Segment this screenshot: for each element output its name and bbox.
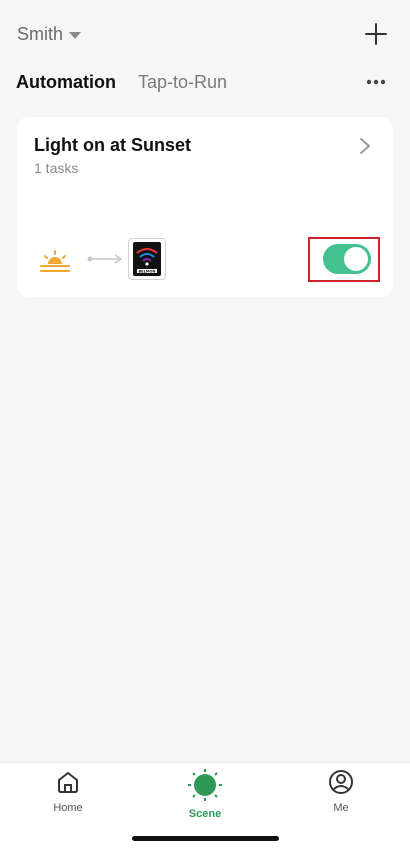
sun-icon <box>188 769 222 801</box>
home-name: Smith <box>17 24 64 44</box>
add-icon[interactable] <box>364 22 388 46</box>
wifi-device-icon: BELMON <box>128 238 166 280</box>
profile-icon <box>329 770 353 794</box>
tab-automation[interactable]: Automation <box>16 72 116 93</box>
nav-me[interactable]: Me <box>306 769 376 814</box>
nav-scene-label: Scene <box>188 808 222 820</box>
home-indicator <box>132 836 279 841</box>
automation-title: Light on at Sunset <box>34 135 191 155</box>
automation-toggle[interactable] <box>323 244 371 274</box>
tab-bar: Automation Tap-to-Run <box>16 72 249 93</box>
caret-down-icon <box>69 32 82 39</box>
nav-home[interactable]: Home <box>33 769 103 814</box>
nav-scene[interactable]: Scene <box>170 769 240 820</box>
nav-home-label: Home <box>53 802 83 814</box>
toggle-knob <box>344 247 368 271</box>
automation-task-count: 1 tasks <box>34 160 79 176</box>
device-label: BELMON <box>138 270 155 274</box>
chevron-right-icon[interactable] <box>359 137 371 155</box>
home-selector[interactable]: Smith <box>17 24 82 45</box>
sunset-icon <box>40 250 70 272</box>
automation-card[interactable]: Light on at Sunset 1 tasks BELMON <box>17 117 393 297</box>
nav-me-label: Me <box>333 802 349 814</box>
arrow-right-icon <box>87 254 123 264</box>
more-icon[interactable] <box>366 79 386 85</box>
tab-tap-to-run[interactable]: Tap-to-Run <box>138 72 227 93</box>
top-bar: Smith <box>0 0 410 70</box>
home-icon <box>58 772 78 793</box>
